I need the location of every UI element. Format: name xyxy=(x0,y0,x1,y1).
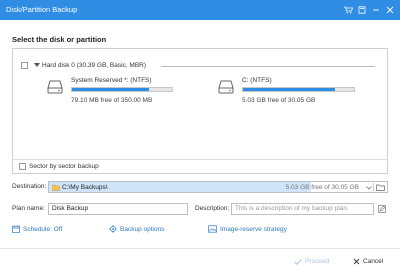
partition-system-reserved[interactable]: System Reserved *: (NTFS) 79.10 MB free … xyxy=(47,77,207,109)
disk-checkbox[interactable] xyxy=(21,62,28,69)
destination-label: Destination: xyxy=(12,183,47,190)
title-bar: Disk/Partition Backup xyxy=(0,0,400,20)
image-reserve-strategy-link[interactable]: Image-reserve strategy xyxy=(208,225,287,233)
footer-divider xyxy=(0,248,400,249)
disk-label: Hard disk 0 (30.39 GB, Basic, MBR) xyxy=(42,62,147,69)
edit-icon[interactable] xyxy=(377,204,387,214)
close-icon xyxy=(353,258,360,265)
plan-name-label: Plan name: xyxy=(12,205,45,212)
chevron-down-icon[interactable] xyxy=(366,185,372,192)
disk-row[interactable]: Hard disk 0 (30.39 GB, Basic, MBR) xyxy=(21,61,381,71)
destination-field[interactable]: C:\My Backups\ 5.03 GB free of 30.05 GB xyxy=(48,181,388,193)
usage-bar xyxy=(71,87,173,92)
close-icon[interactable] xyxy=(384,2,396,18)
sector-by-sector-row: Sector by sector backup xyxy=(13,159,387,173)
partition-free-space: 79.10 MB free of 350.00 MB xyxy=(71,97,153,104)
partition-free-space: 5.03 GB free of 30.05 GB xyxy=(242,97,316,104)
schedule-link[interactable]: Schedule: Off xyxy=(12,225,62,233)
image-reserve-strategy-label: Image-reserve strategy xyxy=(220,225,287,233)
plan-name-input[interactable]: Disk Backup xyxy=(48,203,188,215)
sector-by-sector-checkbox[interactable] xyxy=(19,163,26,170)
schedule-label: Schedule: Off xyxy=(23,225,63,233)
gear-icon xyxy=(109,225,117,233)
check-icon xyxy=(294,258,302,265)
cancel-label: Cancel xyxy=(363,258,384,265)
destination-free-space: 5.03 GB free of 30.05 GB xyxy=(285,183,359,191)
calendar-icon xyxy=(12,225,20,233)
description-label: Description: xyxy=(195,205,230,212)
partition-name: System Reserved *: (NTFS) xyxy=(71,77,152,84)
destination-path: C:\My Backups\ xyxy=(62,183,108,191)
collapse-arrow-icon[interactable] xyxy=(34,63,40,67)
disk-selection-panel: Hard disk 0 (30.39 GB, Basic, MBR) Syste… xyxy=(12,48,388,174)
usage-bar-fill xyxy=(243,88,336,91)
window-title: Disk/Partition Backup xyxy=(6,5,78,14)
backup-options-label: Backup options xyxy=(120,225,165,233)
proceed-label: Proceed xyxy=(305,258,330,265)
proceed-button[interactable]: Proceed xyxy=(294,258,329,265)
folder-icon xyxy=(52,184,60,193)
description-input[interactable]: This is a description of my backup plan. xyxy=(231,203,374,215)
cancel-button[interactable]: Cancel xyxy=(353,258,383,265)
hard-drive-icon xyxy=(47,80,63,96)
browse-folder-icon[interactable] xyxy=(376,184,385,193)
usage-bar xyxy=(242,87,355,92)
sector-by-sector-label[interactable]: Sector by sector backup xyxy=(29,163,99,170)
hard-drive-icon xyxy=(218,80,234,96)
backup-options-link[interactable]: Backup options xyxy=(109,225,164,233)
minimize-icon[interactable] xyxy=(370,2,382,18)
cart-icon[interactable] xyxy=(342,2,354,18)
partition-name: C: (NTFS) xyxy=(242,77,272,84)
divider xyxy=(373,183,374,191)
partition-c[interactable]: C: (NTFS) 5.03 GB free of 30.05 GB xyxy=(218,77,378,109)
usage-bar-fill xyxy=(72,88,149,91)
select-section-title: Select the disk or partition xyxy=(12,35,107,44)
image-icon xyxy=(208,225,217,233)
divider xyxy=(161,66,375,67)
window-controls xyxy=(342,2,396,18)
help-icon[interactable] xyxy=(356,2,368,18)
